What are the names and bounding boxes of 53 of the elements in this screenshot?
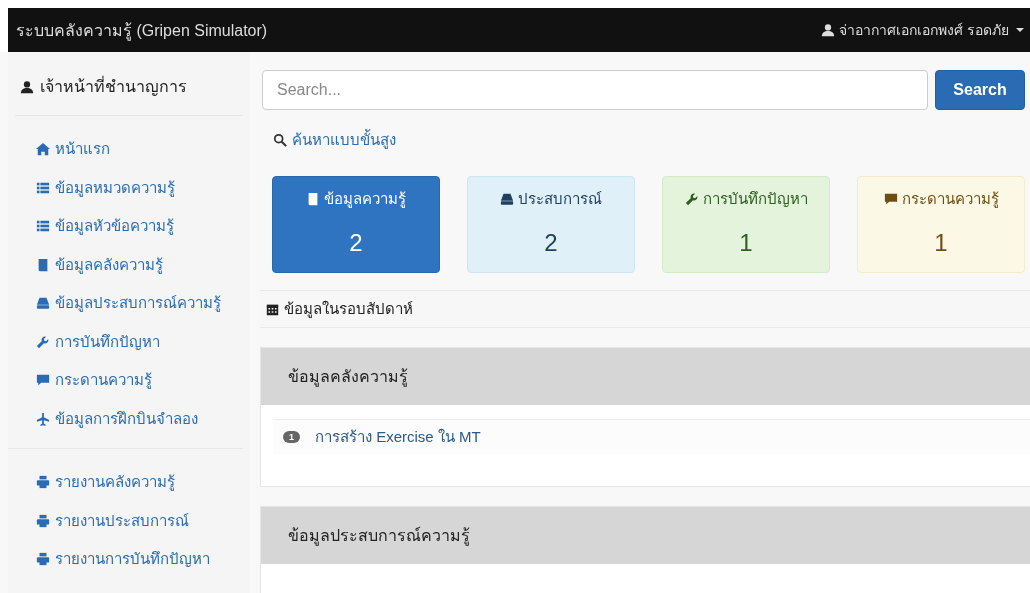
list-icon <box>36 219 50 234</box>
sidebar-link[interactable]: รายงานประสบการณ์ <box>55 508 189 533</box>
user-icon <box>821 23 836 37</box>
sidebar-title: เจ้าหน้าที่ชำนาญการ <box>40 75 187 98</box>
search-field[interactable]: Search... <box>262 70 928 110</box>
list-icon <box>36 180 50 195</box>
sidebar-link[interactable]: ข้อมูลประสบการณ์ความรู้ <box>55 291 221 316</box>
stat-label: ประสบการณ์ <box>518 189 602 209</box>
search-button[interactable]: Search <box>935 70 1025 110</box>
comment-icon <box>36 373 50 388</box>
sidebar-link[interactable]: ข้อมูลหมวดความรู้ <box>55 175 175 200</box>
stat-card[interactable]: ประสบการณ์ 2 <box>467 176 635 273</box>
printer-icon <box>36 513 50 528</box>
panel-title: ข้อมูลประสบการณ์ความรู้ <box>288 525 470 548</box>
stat-card[interactable]: กระดานความรู้ 1 <box>857 176 1025 273</box>
comment-icon <box>883 192 898 206</box>
printer-icon <box>36 475 50 490</box>
section-title: ข้อมูลในรอบสัปดาห์ <box>284 299 413 320</box>
airplane-icon <box>36 411 50 426</box>
stat-count: 2 <box>544 229 558 257</box>
stat-label: ข้อมูลความรู้ <box>324 189 406 210</box>
app-title[interactable]: ระบบคลังความรู้ (Gripen Simulator) <box>16 17 268 43</box>
stat-count: 1 <box>739 229 753 257</box>
sidebar-link[interactable]: การบันทึกปัญหา <box>55 329 160 354</box>
drive-icon <box>500 192 514 206</box>
count-badge: 1 <box>283 431 300 443</box>
stat-label: การบันทึกปัญหา <box>702 189 808 209</box>
advanced-search-link[interactable]: ค้นหาแบบขั้นสูง <box>292 128 396 152</box>
user-menu[interactable]: จ่าอากาศเอกเอกพงศ์ รอดภัย <box>821 19 1024 41</box>
stat-card[interactable]: ข้อมูลความรู้ 2 <box>272 176 440 273</box>
drive-icon <box>36 296 50 311</box>
sidebar-link[interactable]: กระดานความรู้ <box>55 368 152 393</box>
search-icon <box>273 133 287 147</box>
sidebar-link[interactable]: รายงานการบันทึกปัญหา <box>55 547 210 572</box>
item-link[interactable]: การสร้าง Exercise ใน MT <box>315 425 481 449</box>
sidebar-link[interactable]: รายงานคลังความรู้ <box>55 470 175 495</box>
printer-icon <box>36 552 50 567</box>
stat-card[interactable]: การบันทึกปัญหา 1 <box>662 176 830 273</box>
wrench-icon <box>36 334 50 349</box>
panel-title: ข้อมูลคลังความรู้ <box>288 367 408 389</box>
sidebar-link[interactable]: หน้าแรก <box>55 137 110 162</box>
stat-count: 2 <box>349 229 363 257</box>
book-icon <box>36 257 50 272</box>
home-icon <box>36 142 50 157</box>
sidebar-link[interactable]: ข้อมูลการฝึกบินจำลอง <box>55 406 198 431</box>
sidebar-link[interactable]: ข้อมูลหัวข้อความรู้ <box>55 214 174 239</box>
calendar-icon <box>266 302 279 316</box>
sidebar-link[interactable]: ข้อมูลคลังความรู้ <box>55 252 163 277</box>
user-icon <box>20 79 34 94</box>
stat-label: กระดานความรู้ <box>901 189 999 210</box>
book-icon <box>306 192 320 206</box>
wrench-icon <box>684 192 699 206</box>
stat-count: 1 <box>934 229 948 257</box>
